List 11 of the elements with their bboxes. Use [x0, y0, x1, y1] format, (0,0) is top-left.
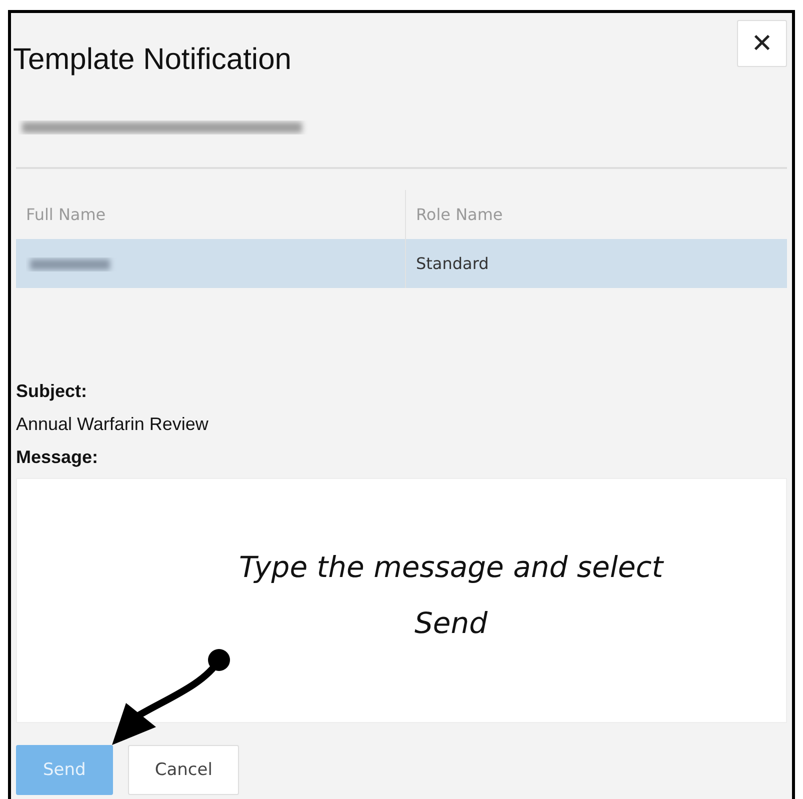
dialog-title: Template Notification — [13, 43, 292, 77]
cancel-button[interactable]: Cancel — [128, 745, 240, 795]
table-cell: Standard — [405, 239, 787, 288]
column-header: Full Name — [25, 204, 107, 226]
close-button[interactable]: ✕ — [737, 20, 787, 67]
subject-label: Subject: — [16, 381, 88, 402]
message-label: Message: — [16, 447, 100, 468]
subject-text: Annual Warfarin Review — [16, 414, 210, 435]
annotation-text: Send — [414, 606, 488, 640]
annotation-text: Type the message and select — [238, 550, 664, 584]
table-row[interactable]: Standard — [16, 239, 787, 288]
